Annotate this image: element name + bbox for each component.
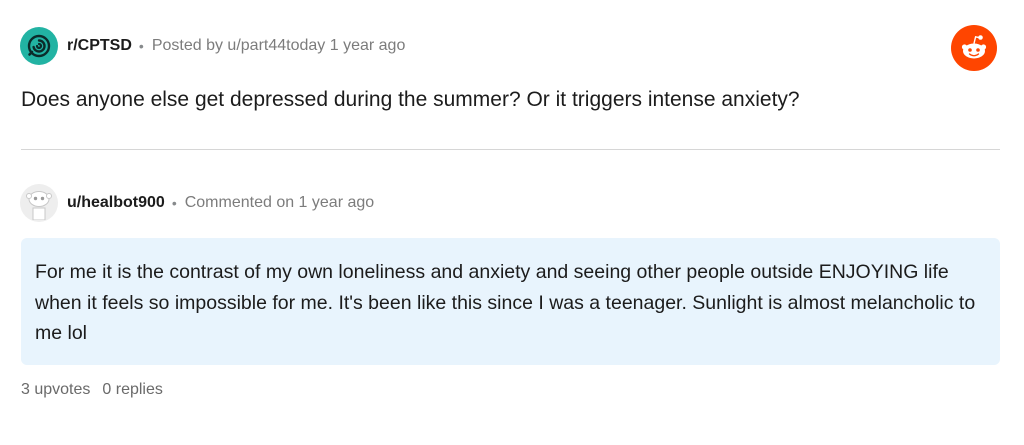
comment-author-link[interactable]: u/healbot900 [67,194,165,212]
post-age: 1 year ago [329,37,406,54]
post-author-link[interactable]: u/part44today [227,37,325,54]
post-meta: Posted by u/part44today 1 year ago [152,37,406,55]
post-header: r/CPTSD • Posted by u/part44today 1 year… [20,26,405,66]
reply-count: 0 replies [102,381,163,398]
comment-footer: 3 upvotes 0 replies [21,381,163,399]
meta-separator: • [171,195,177,211]
post-title[interactable]: Does anyone else get depressed during th… [21,88,800,112]
comment-header: u/healbot900 • Commented on 1 year ago [20,183,374,223]
comment-meta: Commented on 1 year ago [184,194,375,211]
comment-body-box: For me it is the contrast of my own lone… [21,238,1000,365]
cptsd-community-icon[interactable] [20,27,58,65]
upvote-count: 3 upvotes [21,381,91,398]
comment-body: For me it is the contrast of my own lone… [35,261,976,344]
reddit-snoo-icon[interactable] [951,25,997,71]
default-snoo-avatar-icon[interactable] [20,184,58,222]
divider [21,149,1000,150]
reddit-comment-card: r/CPTSD • Posted by u/part44today 1 year… [0,0,1024,445]
posted-by-label: Posted by [151,37,223,54]
subreddit-name[interactable]: r/CPTSD [67,37,132,55]
meta-separator: • [138,38,144,54]
